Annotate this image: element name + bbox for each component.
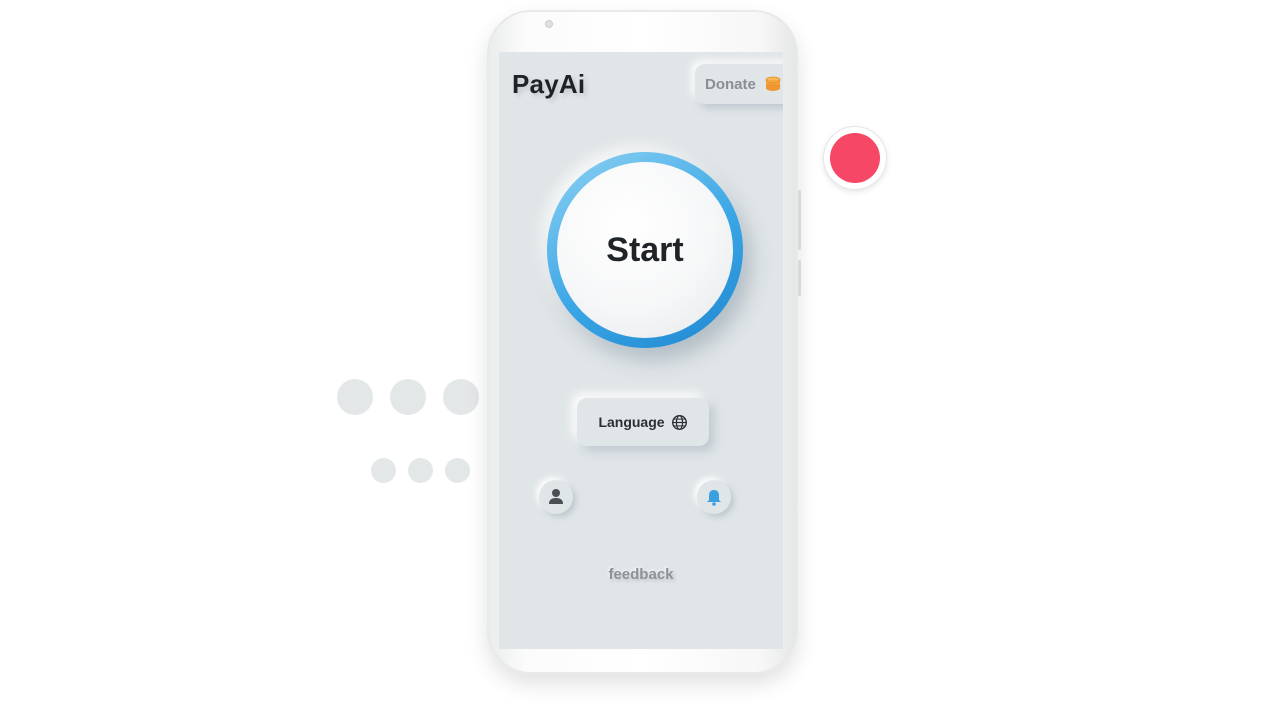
app-screen: PayAi Donate Start Language feedback (499, 52, 783, 649)
start-button[interactable]: Start (557, 162, 733, 338)
record-dot-icon (830, 133, 880, 183)
phone-frame: PayAi Donate Start Language feedback (487, 10, 801, 674)
start-label: Start (606, 230, 684, 269)
decorative-dot (371, 458, 396, 483)
notifications-button[interactable] (697, 480, 731, 514)
language-label: Language (598, 414, 665, 430)
decorative-dot (445, 458, 470, 483)
bell-icon (707, 490, 721, 506)
decorative-dot (408, 458, 433, 483)
front-camera (545, 20, 553, 28)
phone-side-button (798, 190, 801, 250)
user-icon (549, 489, 563, 504)
donate-label: Donate (705, 75, 756, 93)
decorative-dot (390, 379, 426, 415)
start-button-ring: Start (547, 152, 743, 348)
donate-button[interactable]: Donate (695, 64, 783, 104)
coin-stack-icon (765, 76, 781, 91)
profile-button[interactable] (539, 480, 573, 514)
language-button[interactable]: Language (577, 398, 709, 446)
app-title: PayAi (512, 69, 586, 99)
decorative-dot (337, 379, 373, 415)
decorative-dot (443, 379, 479, 415)
feedback-link[interactable]: feedback (499, 566, 783, 583)
phone-side-button (798, 260, 801, 296)
record-indicator[interactable] (823, 126, 887, 190)
globe-icon (671, 414, 687, 430)
